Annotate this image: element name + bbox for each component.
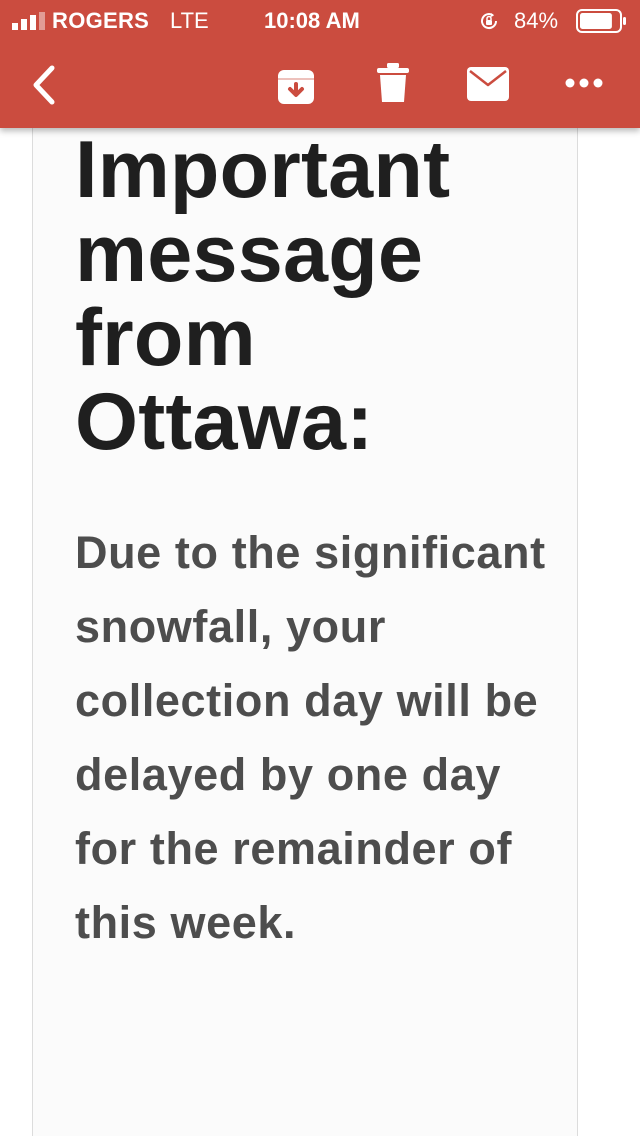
mail-button[interactable] [466,66,510,102]
app-header: ROGERS LTE 10:08 AM 84% [0,0,640,128]
status-bar: ROGERS LTE 10:08 AM 84% [0,0,640,40]
more-options-button[interactable] [562,70,606,96]
network-type: LTE [170,8,209,33]
message-body: Due to the significant snowfall, your co… [75,527,546,948]
trash-button[interactable] [376,62,410,104]
battery-icon [576,9,626,33]
carrier-name: ROGERS [52,8,150,33]
back-button[interactable] [28,63,62,107]
message-headline: Important message from Ottawa: [75,125,451,467]
signal-bars-icon [12,12,45,30]
battery-percentage: 84% [514,8,559,33]
rotation-lock-icon [481,13,498,30]
clock-time: 10:08 AM [264,8,360,33]
message-content: Important message from Ottawa: Due to th… [32,128,578,1136]
archive-button[interactable] [276,66,316,106]
